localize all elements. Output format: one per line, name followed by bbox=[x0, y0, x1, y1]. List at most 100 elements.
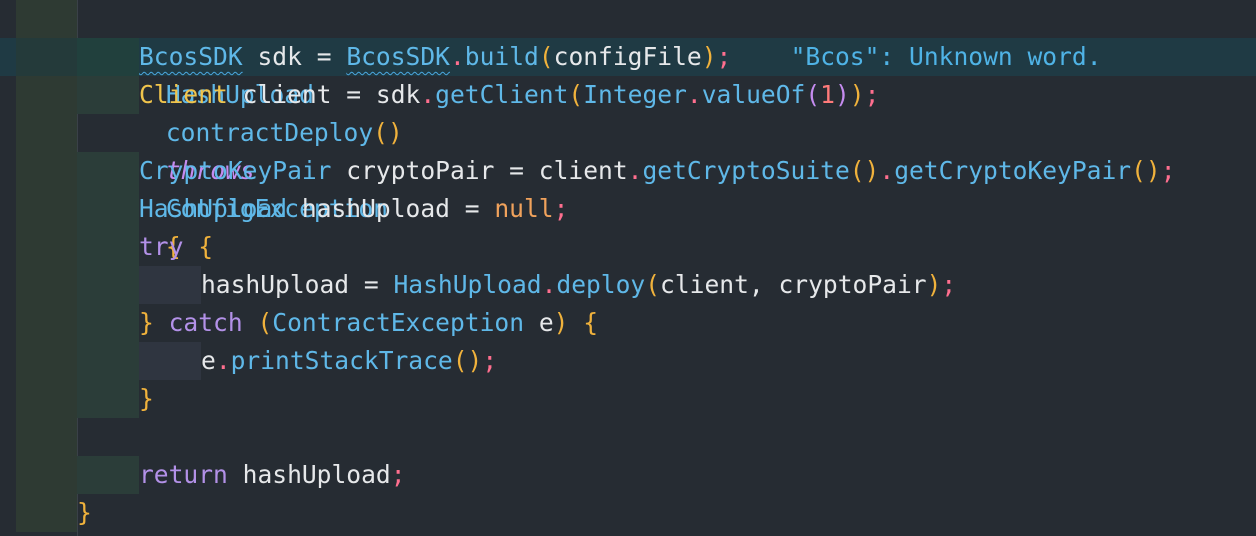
open-paren: ( bbox=[538, 42, 554, 71]
close-paren: ) bbox=[834, 80, 850, 109]
code-line-9[interactable]: } catch (ContractException e) { bbox=[0, 304, 1256, 342]
code-line-6[interactable]: HashUpload hashUpload = null; bbox=[0, 190, 1256, 228]
dot: . bbox=[686, 80, 702, 109]
type-client: Client bbox=[139, 80, 228, 109]
method-getcryptosuite: getCryptoSuite bbox=[642, 156, 850, 185]
open-paren: ( bbox=[805, 80, 821, 109]
close-brace: } bbox=[77, 498, 92, 527]
open-paren: ( bbox=[645, 270, 661, 299]
variable-hashupload: hashUpload = bbox=[201, 270, 394, 299]
indent-marker bbox=[139, 266, 201, 304]
method-getcryptokeypair: getCryptoKeyPair bbox=[894, 156, 1132, 185]
code-line-2[interactable]: BcosSDK sdk = BcosSDK.build(configFile);… bbox=[0, 38, 1256, 76]
keyword-return: return bbox=[139, 460, 228, 489]
code-line-11[interactable]: } bbox=[0, 380, 1256, 418]
indent-marker bbox=[16, 380, 77, 418]
code-editor[interactable]: public HashUpload contractDeploy() throw… bbox=[0, 0, 1256, 536]
class-integer: Integer bbox=[583, 80, 687, 109]
semicolon: ; bbox=[482, 346, 498, 375]
indent-marker bbox=[77, 380, 139, 418]
method-build: build bbox=[464, 42, 539, 71]
exception-type: ContractException bbox=[272, 308, 525, 337]
type-bcossdk[interactable]: BcosSDK bbox=[139, 42, 243, 71]
indent-marker bbox=[16, 304, 77, 342]
parens: () bbox=[849, 156, 880, 185]
indent-marker bbox=[77, 228, 139, 266]
indent-marker bbox=[16, 152, 77, 190]
semicolon: ; bbox=[390, 460, 406, 489]
indent-marker bbox=[16, 0, 77, 38]
close-paren: ) bbox=[701, 42, 717, 71]
semicolon: ; bbox=[716, 42, 732, 71]
variable-hashupload: hashUpload bbox=[227, 460, 391, 489]
indent-marker bbox=[16, 38, 77, 76]
indent-marker bbox=[16, 76, 77, 114]
code-line-10[interactable]: e.printStackTrace(); bbox=[0, 342, 1256, 380]
parens: () bbox=[1131, 156, 1161, 185]
type-cryptokeypair: CryptoKeyPair bbox=[139, 156, 332, 185]
indent-marker bbox=[16, 342, 77, 380]
arg-configfile: configFile bbox=[553, 42, 702, 71]
indent-marker bbox=[77, 190, 139, 228]
dot: . bbox=[541, 270, 557, 299]
number-literal: 1 bbox=[820, 80, 835, 109]
spell-check-diagnostic[interactable]: "Bcos": Unknown word. bbox=[791, 42, 1102, 71]
code-line-14[interactable]: } bbox=[0, 494, 1256, 532]
keyword-catch: catch bbox=[168, 308, 243, 337]
semicolon: ; bbox=[941, 270, 957, 299]
indent-marker bbox=[16, 418, 77, 456]
dot: . bbox=[449, 42, 465, 71]
code-line-3[interactable]: Client client = sdk.getClient(Integer.va… bbox=[0, 76, 1256, 114]
semicolon: ; bbox=[1160, 156, 1176, 185]
code-line-4[interactable] bbox=[0, 114, 1256, 152]
null-literal: null bbox=[494, 194, 554, 223]
indent-marker bbox=[77, 152, 139, 190]
indent-marker bbox=[77, 304, 139, 342]
variable-client: client = sdk bbox=[227, 80, 421, 109]
dot: . bbox=[627, 156, 643, 185]
semicolon: ; bbox=[864, 80, 880, 109]
indent-marker bbox=[77, 38, 139, 76]
code-line-13[interactable]: return hashUpload; bbox=[0, 456, 1256, 494]
open-brace: { bbox=[583, 308, 599, 337]
indent-marker bbox=[16, 114, 77, 152]
variable-sdk: sdk = bbox=[242, 42, 347, 71]
method-getclient: getClient bbox=[435, 80, 569, 109]
indent-marker bbox=[139, 342, 201, 380]
class-hashupload: HashUpload bbox=[393, 270, 542, 299]
type-hashupload: HashUpload bbox=[139, 194, 288, 223]
indent-marker bbox=[16, 266, 77, 304]
close-paren: ) bbox=[553, 308, 569, 337]
variable-e: e bbox=[201, 346, 216, 375]
code-line-12[interactable] bbox=[0, 418, 1256, 456]
close-brace: } bbox=[139, 308, 154, 337]
open-brace: { bbox=[198, 232, 214, 261]
class-bcossdk[interactable]: BcosSDK bbox=[346, 42, 450, 71]
open-paren: ( bbox=[257, 308, 273, 337]
indent-marker bbox=[16, 228, 77, 266]
indent-marker bbox=[77, 456, 139, 494]
close-brace: } bbox=[139, 384, 154, 413]
dot: . bbox=[420, 80, 436, 109]
code-line-1[interactable]: public HashUpload contractDeploy() throw… bbox=[0, 0, 1256, 261]
parens: () bbox=[452, 346, 483, 375]
code-line-8[interactable]: hashUpload = HashUpload.deploy(client, c… bbox=[0, 266, 1256, 304]
indent-marker bbox=[77, 342, 139, 380]
indent-marker bbox=[77, 266, 139, 304]
semicolon: ; bbox=[553, 194, 569, 223]
close-paren: ) bbox=[926, 270, 942, 299]
variable-hashupload: hashUpload = bbox=[287, 194, 495, 223]
param-e: e bbox=[524, 308, 554, 337]
keyword-try: try bbox=[139, 232, 184, 261]
dot: . bbox=[879, 156, 895, 185]
variable-cryptopair: cryptoPair = client bbox=[331, 156, 628, 185]
method-deploy: deploy bbox=[556, 270, 646, 299]
method-valueof: valueOf bbox=[701, 80, 806, 109]
dot: . bbox=[215, 346, 231, 375]
code-line-7[interactable]: try { bbox=[0, 228, 1256, 266]
indent-marker bbox=[16, 190, 77, 228]
indent-marker bbox=[77, 76, 139, 114]
code-line-5[interactable]: CryptoKeyPair cryptoPair = client.getCry… bbox=[0, 152, 1256, 190]
method-printstacktrace: printStackTrace bbox=[230, 346, 453, 375]
arguments: client, cryptoPair bbox=[660, 270, 927, 299]
